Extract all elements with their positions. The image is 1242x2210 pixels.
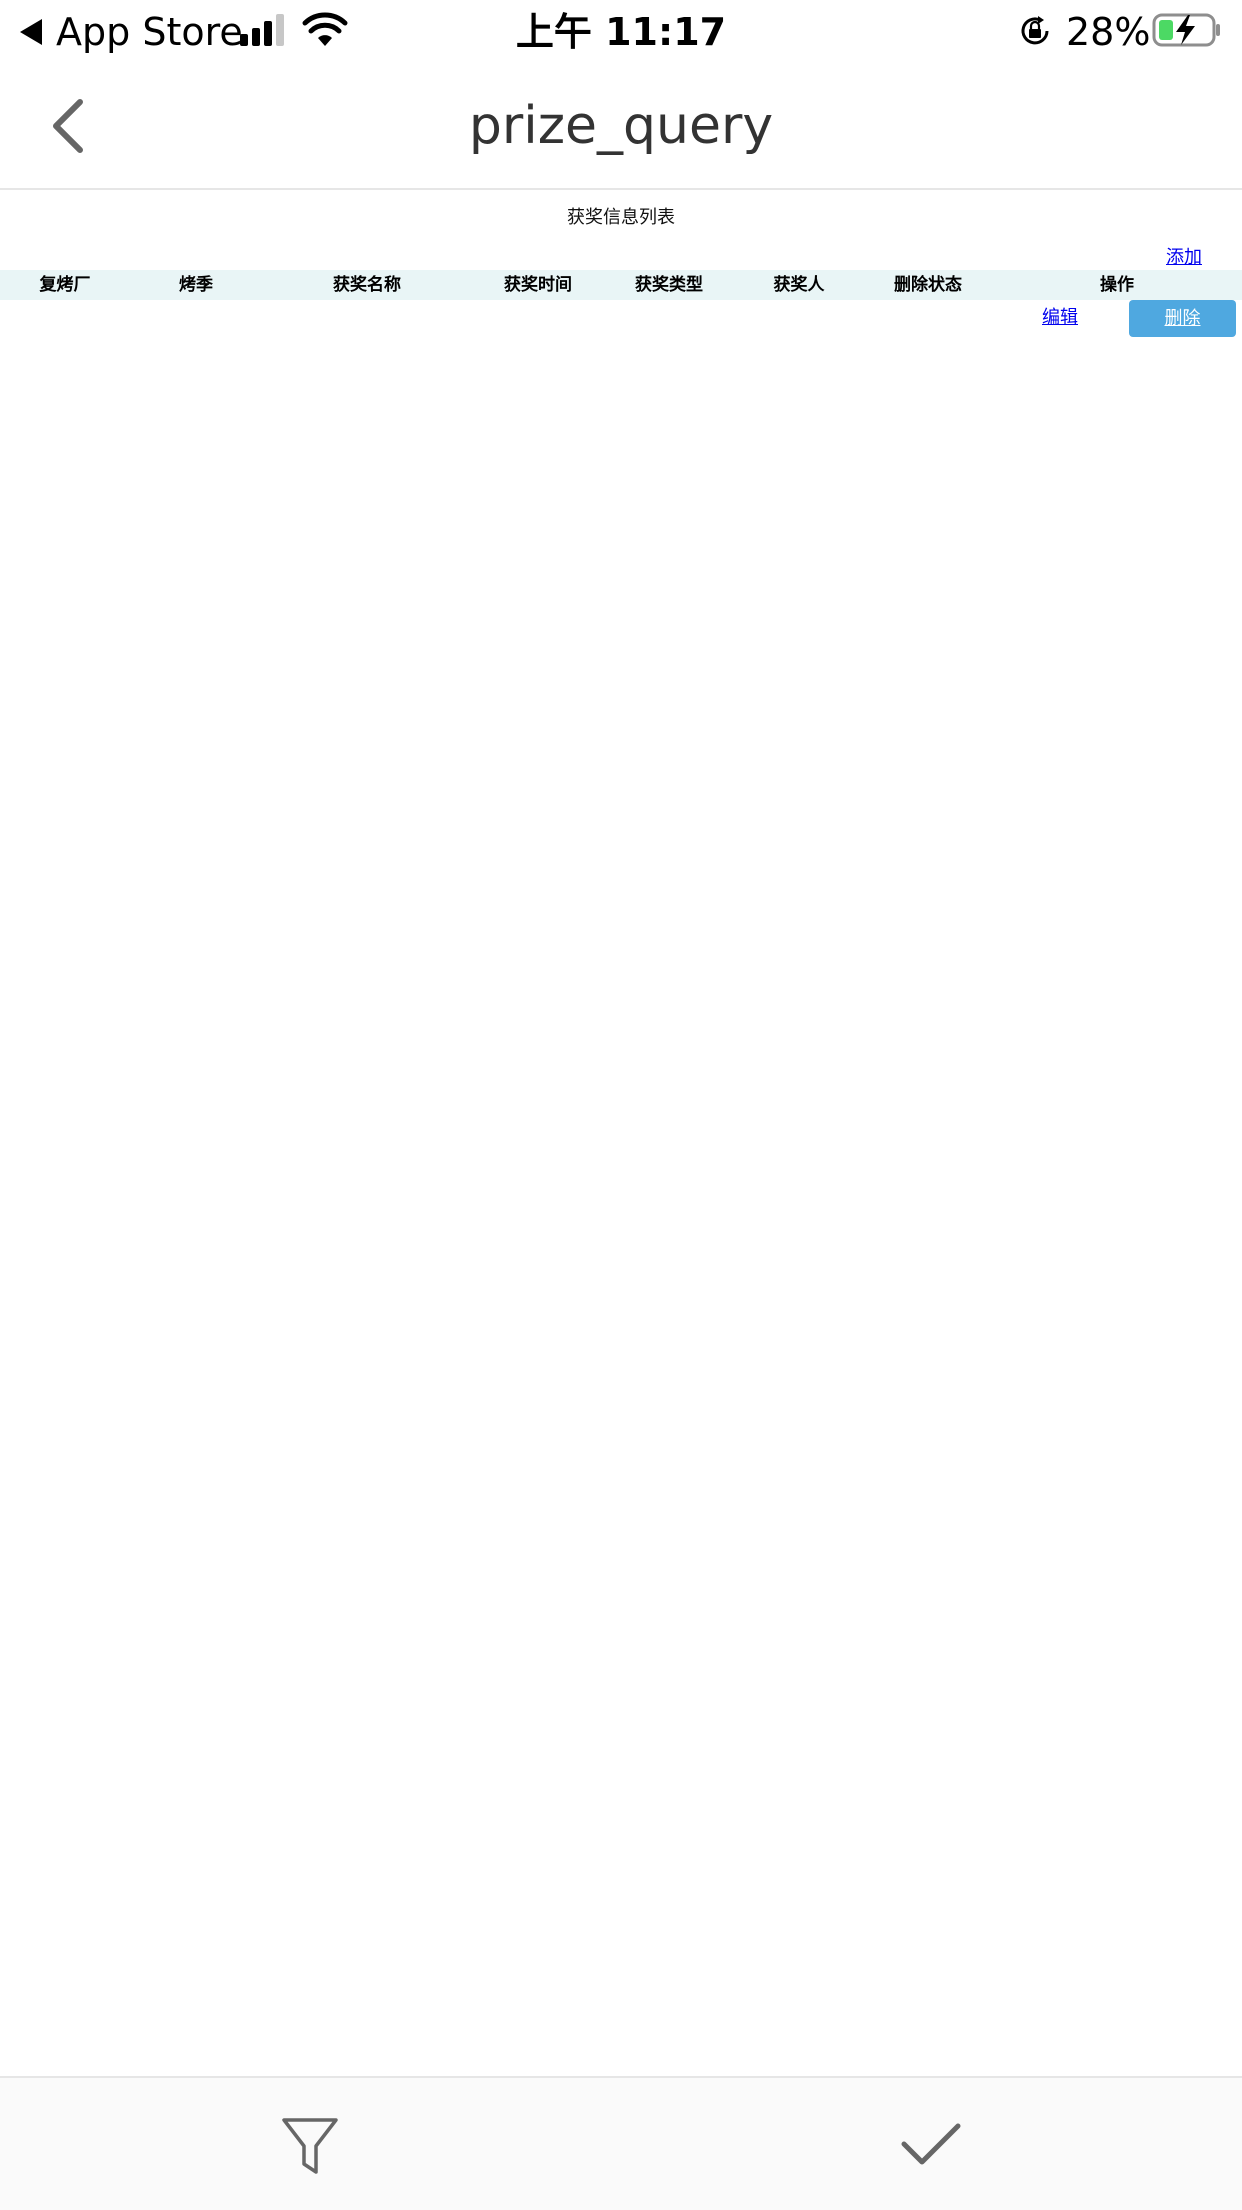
- delete-button[interactable]: 删除: [1129, 300, 1236, 337]
- column-header-factory: 复烤厂: [39, 275, 91, 295]
- checkmark-icon[interactable]: [900, 2120, 962, 2170]
- column-header-prize-time: 获奖时间: [504, 275, 572, 295]
- battery-percent: 28%: [1066, 10, 1151, 54]
- nav-bar: prize_query: [0, 64, 1242, 190]
- bottom-toolbar: [0, 2076, 1242, 2210]
- list-title: 获奖信息列表: [567, 207, 675, 228]
- column-header-season: 烤季: [179, 275, 213, 295]
- table-header: 复烤厂 烤季 获奖名称 获奖时间 获奖类型 获奖人 删除状态 操作: [0, 270, 1242, 300]
- filter-icon[interactable]: [280, 2114, 340, 2178]
- edit-link[interactable]: 编辑: [1042, 306, 1078, 330]
- page-title: prize_query: [468, 96, 774, 156]
- column-header-actions: 操作: [1100, 275, 1134, 295]
- column-header-delete-status: 删除状态: [894, 275, 962, 295]
- status-time: 上午 11:17: [515, 10, 727, 54]
- column-header-winner: 获奖人: [773, 275, 825, 295]
- battery-charging-icon: [1152, 13, 1220, 47]
- add-link[interactable]: 添加: [1166, 246, 1202, 270]
- status-bar: App Store 上午 11:17 28%: [0, 0, 1242, 64]
- column-header-prize-name: 获奖名称: [333, 275, 401, 295]
- rotation-lock-icon: [1021, 16, 1049, 45]
- column-header-prize-type: 获奖类型: [635, 275, 703, 295]
